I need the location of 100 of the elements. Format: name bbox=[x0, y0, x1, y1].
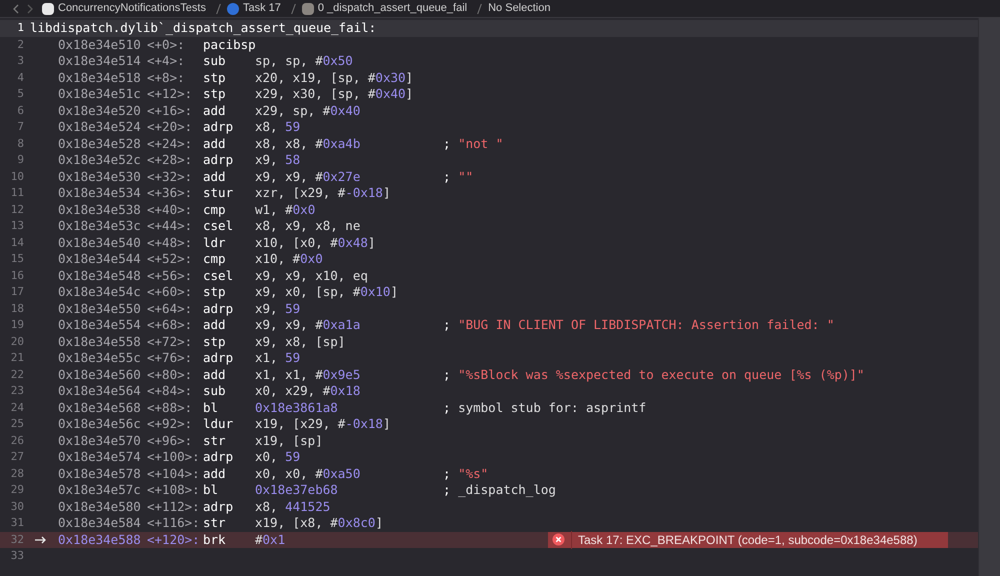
mnemonic: stp bbox=[203, 283, 227, 302]
breadcrumb-item[interactable]: Task 17 bbox=[242, 3, 281, 14]
operands: x29, x30, [sp, #0x40] bbox=[255, 86, 414, 102]
operands: x19, [sp] bbox=[255, 432, 323, 448]
mnemonic: bl bbox=[203, 481, 220, 500]
address: 0x18e34e558 bbox=[58, 332, 142, 351]
line-number: 28 bbox=[10, 466, 24, 482]
back-icon[interactable] bbox=[12, 4, 19, 14]
offset: <+92>: bbox=[147, 415, 194, 434]
address: 0x18e34e560 bbox=[58, 366, 142, 384]
line-number: 5 bbox=[16, 86, 24, 102]
mnemonic: str bbox=[203, 432, 227, 450]
line-number: 33 bbox=[10, 548, 24, 564]
mnemonic: csel bbox=[203, 217, 234, 236]
operands: xzr, [x29, #-0x18] bbox=[255, 185, 390, 200]
address: 0x18e34e548 bbox=[58, 266, 142, 285]
offset: <+32>: bbox=[147, 168, 194, 186]
address: 0x18e34e568 bbox=[58, 398, 142, 417]
line-number: 18 bbox=[10, 300, 24, 317]
mnemonic: ldr bbox=[203, 234, 227, 252]
operands: x1, x1, #0x9e5 bbox=[255, 366, 360, 382]
forward-icon[interactable] bbox=[27, 4, 34, 14]
comment: ; "BUG IN CLIENT OF LIBDISPATCH: Assertion failed: " bbox=[443, 316, 834, 334]
address: 0x18e34e56c bbox=[58, 415, 142, 434]
mnemonic: adrp bbox=[203, 300, 234, 318]
line-number: 23 bbox=[10, 383, 24, 400]
line-number: 4 bbox=[16, 70, 24, 86]
arrow-icon bbox=[35, 536, 47, 544]
address: 0x18e34e534 bbox=[58, 184, 142, 202]
line-number: 17 bbox=[10, 284, 24, 300]
breadcrumb-item[interactable]: No Selection bbox=[488, 3, 550, 14]
mnemonic: add bbox=[203, 464, 227, 483]
offset: <+48>: bbox=[147, 234, 194, 252]
operands: x8, x8, #0xa4b bbox=[255, 136, 360, 151]
address: 0x18e34e57c bbox=[58, 481, 142, 500]
line-number: 15 bbox=[10, 251, 24, 268]
operands: x8, 59 bbox=[255, 119, 300, 134]
address: 0x18e34e550 bbox=[58, 300, 142, 318]
offset: <+8>: bbox=[147, 68, 186, 87]
address: 0x18e34e588 bbox=[58, 530, 142, 549]
breadcrumb-item[interactable]: ConcurrencyNotificationsTests bbox=[58, 3, 206, 14]
operands: x29, sp, #0x40 bbox=[255, 102, 360, 118]
line-number: 29 bbox=[10, 482, 24, 498]
mnemonic: stur bbox=[203, 184, 234, 202]
operands: x19, [x29, #-0x18] bbox=[255, 416, 390, 432]
mnemonic: adrp bbox=[203, 448, 234, 466]
operands: x19, [x8, #0x8c0] bbox=[255, 515, 383, 530]
line-number: 9 bbox=[16, 152, 24, 168]
mnemonic: stp bbox=[203, 68, 227, 87]
offset: <+116>: bbox=[147, 514, 201, 532]
mnemonic: sub bbox=[203, 52, 227, 70]
line-number: 8 bbox=[16, 136, 24, 152]
mnemonic: stp bbox=[203, 85, 227, 104]
address: 0x18e34e564 bbox=[58, 382, 142, 400]
address: 0x18e34e530 bbox=[58, 168, 142, 186]
line-number: 25 bbox=[10, 416, 24, 432]
offset: <+28>: bbox=[147, 151, 194, 170]
offset: <+64>: bbox=[147, 300, 194, 318]
operands: sp, sp, #0x50 bbox=[255, 53, 353, 68]
file-icon bbox=[42, 2, 54, 14]
error-icon bbox=[552, 533, 565, 546]
mnemonic: cmp bbox=[203, 200, 227, 219]
offset: <+68>: bbox=[147, 316, 194, 334]
address: 0x18e34e52c bbox=[58, 151, 142, 170]
address: 0x18e34e518 bbox=[58, 68, 142, 87]
offset: <+20>: bbox=[147, 118, 194, 136]
comment: ; "%sBlock was %sexpected to execute on queue [%s (%p)]" bbox=[443, 366, 864, 384]
offset: <+120>: bbox=[147, 530, 201, 549]
mnemonic: str bbox=[203, 514, 227, 532]
offset: <+96>: bbox=[147, 432, 194, 450]
operands: w1, #0x0 bbox=[255, 202, 316, 217]
operands: x10, #0x0 bbox=[255, 251, 323, 266]
offset: <+88>: bbox=[147, 398, 194, 417]
address: 0x18e34e510 bbox=[58, 36, 142, 54]
thread-icon bbox=[226, 2, 239, 14]
offset: <+104>: bbox=[147, 464, 201, 483]
mnemonic: csel bbox=[203, 266, 234, 285]
line-number: 32 bbox=[10, 532, 24, 548]
operands: x9, 58 bbox=[255, 152, 300, 168]
address: 0x18e34e554 bbox=[58, 316, 142, 334]
operands: x9, x8, [sp] bbox=[255, 334, 346, 349]
mnemonic: add bbox=[203, 366, 227, 384]
mnemonic: adrp bbox=[203, 118, 234, 136]
line-number: 31 bbox=[10, 515, 24, 532]
address: 0x18e34e51c bbox=[58, 85, 142, 104]
line-number: 7 bbox=[16, 119, 24, 136]
scrollbar[interactable] bbox=[978, 18, 1000, 576]
offset: <+36>: bbox=[147, 184, 194, 202]
operands: x9, x0, [sp, #0x10] bbox=[255, 284, 398, 300]
line-number: 3 bbox=[16, 53, 24, 70]
offset: <+4>: bbox=[147, 52, 186, 70]
breadcrumb-item[interactable]: 0 _dispatch_assert_queue_fail bbox=[318, 3, 468, 14]
line-number: 10 bbox=[10, 168, 24, 185]
comment: ; _dispatch_log bbox=[443, 481, 556, 500]
operands: x0, 59 bbox=[255, 449, 300, 464]
stack-frame-icon bbox=[302, 2, 314, 14]
offset: <+0>: bbox=[147, 36, 186, 54]
operands: x1, 59 bbox=[255, 350, 300, 366]
offset: <+112>: bbox=[147, 498, 201, 516]
operands: x20, x19, [sp, #0x30] bbox=[255, 70, 414, 85]
